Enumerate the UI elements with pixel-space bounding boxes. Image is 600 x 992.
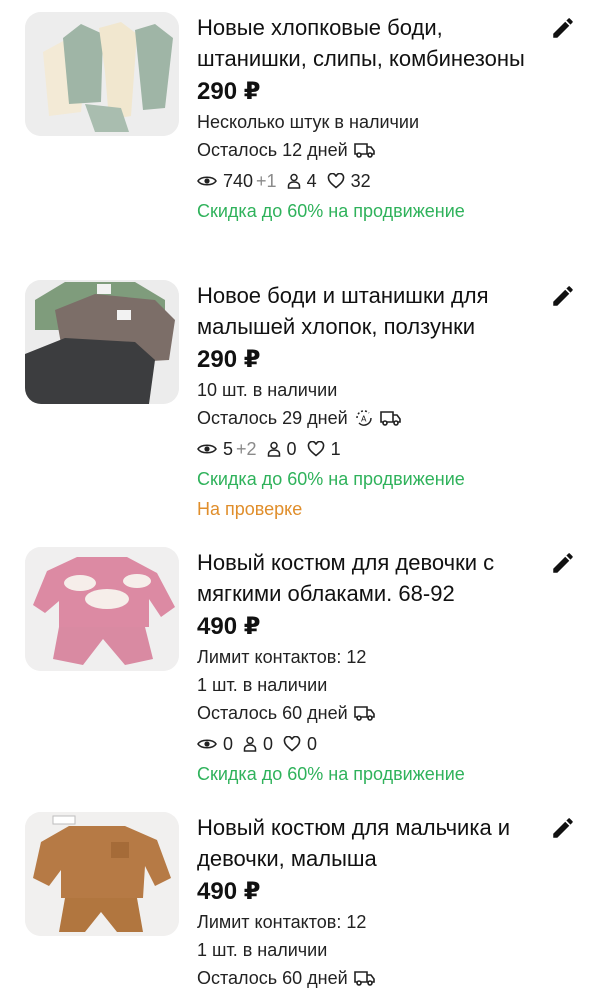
stock-text: 1 шт. в наличии	[197, 940, 328, 960]
stock-line: Несколько штук в наличии	[197, 108, 542, 136]
product-photo-image	[25, 12, 179, 136]
truck-icon	[379, 411, 401, 426]
heart-icon	[307, 441, 324, 457]
listing-title[interactable]: Новые хлопковые боди, штанишки, слипы, к…	[197, 12, 542, 74]
autorenew-icon: A	[355, 410, 372, 426]
stock-line: 10 шт. в наличии	[197, 376, 542, 404]
contact-limit-text: Лимит контактов: 12	[197, 647, 367, 667]
favorites-stat: 0	[283, 729, 317, 759]
product-photo[interactable]	[25, 12, 179, 136]
promo-link[interactable]: Скидка до 60% на продвижение	[197, 759, 542, 789]
contact-limit-line: Лимит контактов: 12	[197, 908, 542, 936]
truck-icon	[353, 706, 375, 721]
contacts-stat: 0	[267, 434, 297, 464]
pencil-icon	[553, 286, 573, 306]
days-left-line: Осталось 29 дней A	[197, 404, 542, 432]
listing-price: 490 ₽	[197, 613, 261, 640]
listing-title[interactable]: Новый костюм для мальчика и девочки, мал…	[197, 812, 542, 874]
product-photo-image	[25, 280, 179, 404]
days-left-text: Осталось 12 дней	[197, 140, 348, 160]
contacts-stat: 4	[287, 166, 317, 196]
favorites-count: 0	[307, 734, 318, 754]
edit-button[interactable]	[550, 550, 576, 576]
views-count: 5	[223, 439, 234, 459]
person-icon	[267, 441, 280, 457]
product-photo[interactable]	[25, 812, 179, 936]
product-photo-image	[25, 547, 179, 671]
days-left-text: Осталось 60 дней	[197, 703, 348, 723]
contacts-stat: 0	[243, 729, 273, 759]
views-delta: +1	[256, 171, 277, 191]
views-stat: 0	[197, 729, 233, 759]
favorites-count: 32	[350, 171, 371, 191]
stock-text: Несколько штук в наличии	[197, 112, 419, 132]
listing-title[interactable]: Новый костюм для девочки с мягкими облак…	[197, 547, 542, 609]
contacts-count: 4	[306, 171, 317, 191]
edit-button[interactable]	[550, 283, 576, 309]
promo-link[interactable]: Скидка до 60% на продвижение	[197, 196, 542, 226]
listing-price: 290 ₽	[197, 346, 261, 373]
favorites-count: 1	[330, 439, 341, 459]
listing-title[interactable]: Новое боди и штанишки для малышей хлопок…	[197, 280, 542, 342]
stats-row: 5 +2 0 1	[197, 434, 542, 464]
views-count: 740	[223, 171, 254, 191]
contacts-count: 0	[286, 439, 297, 459]
svg-text:A: A	[361, 415, 367, 424]
favorites-stat: 1	[307, 434, 341, 464]
listing-price: 490 ₽	[197, 878, 261, 905]
product-photo-image	[25, 812, 179, 936]
views-count: 0	[223, 734, 234, 754]
person-icon	[243, 736, 257, 752]
stock-text: 10 шт. в наличии	[197, 380, 338, 400]
promo-link[interactable]: Скидка до 60% на продвижение	[197, 464, 542, 494]
favorites-stat: 32	[327, 166, 371, 196]
product-photo[interactable]	[25, 547, 179, 671]
contacts-count: 0	[263, 734, 274, 754]
eye-icon	[197, 444, 217, 454]
eye-icon	[197, 176, 217, 186]
listing-price: 290 ₽	[197, 78, 261, 105]
views-stat: 5 +2	[197, 434, 257, 464]
pencil-icon	[553, 18, 573, 38]
stock-line: 1 шт. в наличии	[197, 671, 542, 699]
days-left-line: Осталось 12 дней	[197, 136, 542, 164]
product-photo[interactable]	[25, 280, 179, 404]
days-left-text: Осталось 29 дней	[197, 408, 348, 428]
pencil-icon	[553, 818, 573, 838]
heart-icon	[327, 173, 344, 189]
pencil-icon	[553, 553, 573, 573]
truck-icon	[353, 971, 375, 986]
status-badge: На проверке	[197, 499, 303, 519]
views-delta: +2	[236, 439, 257, 459]
truck-icon	[353, 143, 375, 158]
contact-limit-line: Лимит контактов: 12	[197, 643, 542, 671]
views-stat: 740 +1	[197, 166, 277, 196]
contact-limit-text: Лимит контактов: 12	[197, 912, 367, 932]
stats-row: 740 +1 4 32	[197, 166, 542, 196]
stats-row: 0 0 0	[197, 729, 542, 759]
edit-button[interactable]	[550, 15, 576, 41]
stock-line: 1 шт. в наличии	[197, 936, 542, 964]
edit-button[interactable]	[550, 815, 576, 841]
stock-text: 1 шт. в наличии	[197, 675, 328, 695]
eye-icon	[197, 739, 217, 749]
days-left-line: Осталось 60 дней	[197, 699, 542, 727]
person-icon	[287, 173, 300, 189]
heart-icon	[283, 736, 301, 752]
